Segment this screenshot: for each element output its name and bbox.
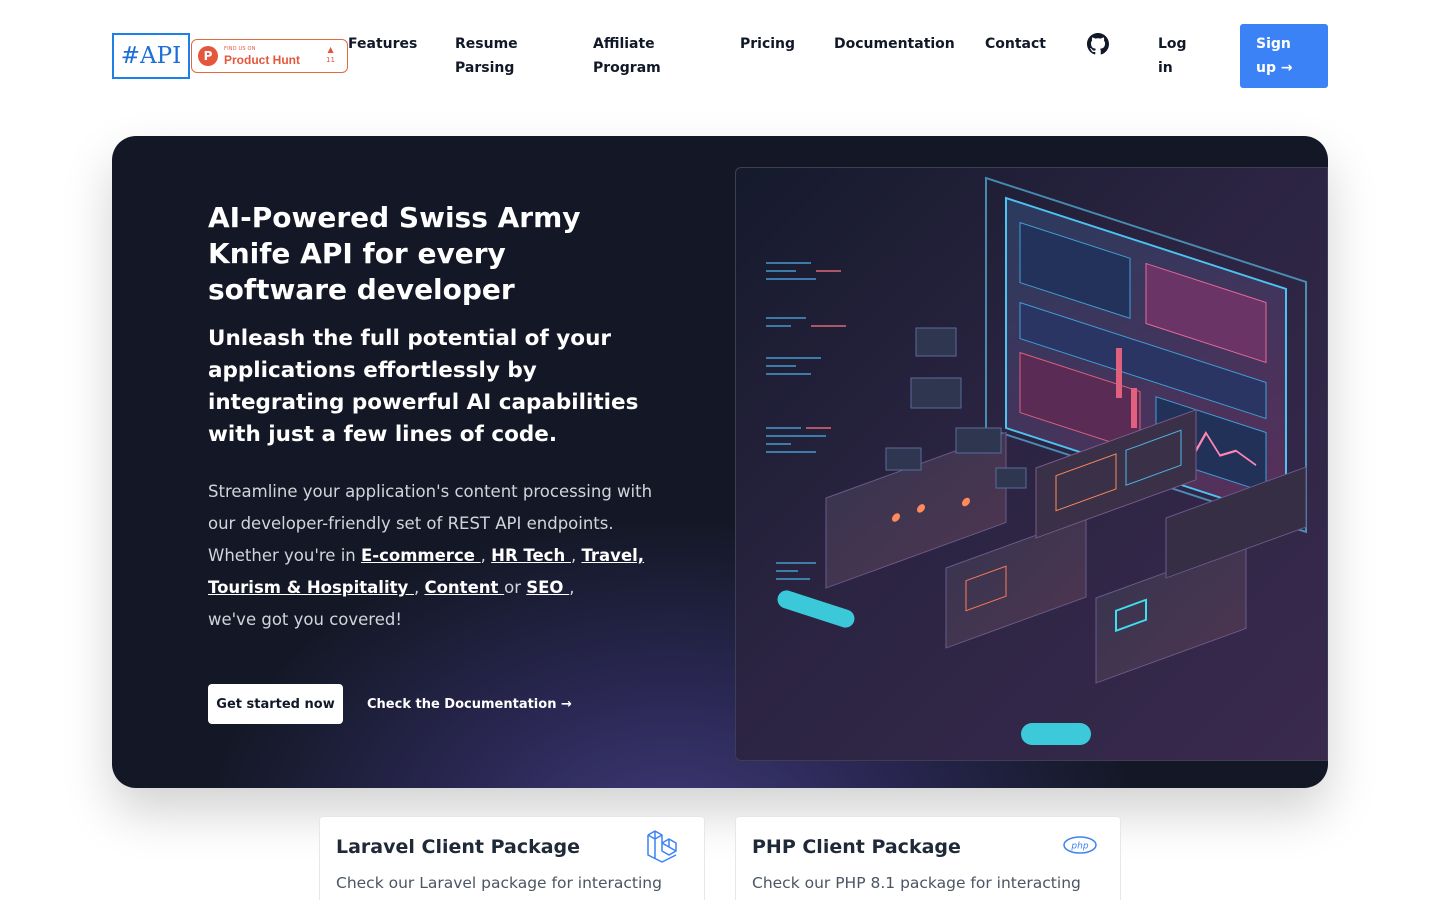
link-seo[interactable]: SEO (526, 578, 569, 597)
link-ecommerce[interactable]: E-commerce (361, 546, 481, 565)
card-title: Laravel Client Package (336, 836, 581, 858)
product-hunt-caption: FIND US ON (224, 45, 256, 52)
card-title: PHP Client Package (752, 836, 961, 858)
nav-documentation[interactable]: Documentation (834, 32, 955, 56)
link-content[interactable]: Content (424, 578, 504, 597)
get-started-button[interactable]: Get started now (208, 684, 343, 724)
site-logo[interactable]: #API (112, 33, 190, 79)
hero-section: AI-Powered Swiss Army Knife API for ever… (112, 136, 1328, 788)
nav-features[interactable]: Features (348, 32, 418, 56)
card-description: Check our PHP 8.1 package for interactin… (752, 874, 1081, 892)
hero-description: Streamline your application's content pr… (208, 482, 653, 629)
hero-subtitle: Unleash the full potential of your appli… (208, 326, 639, 447)
signup-button[interactable]: Sign up → (1240, 24, 1328, 88)
nav-resume-parsing[interactable]: Resume Parsing (455, 32, 535, 80)
hero-text-outro: we've got you covered! (208, 610, 402, 629)
laravel-package-card[interactable]: Laravel Client Package Check our Laravel… (319, 816, 705, 900)
product-hunt-label: Product Hunt (224, 52, 300, 67)
nav-contact[interactable]: Contact (985, 32, 1050, 56)
card-description: Check our Laravel package for interactin… (336, 874, 662, 892)
product-hunt-icon: P (198, 46, 218, 66)
nav-pricing[interactable]: Pricing (740, 32, 800, 56)
hero-text-or: or (504, 578, 527, 597)
hero-title: AI-Powered Swiss Army Knife API for ever… (208, 201, 581, 306)
github-icon[interactable] (1087, 33, 1109, 55)
documentation-link[interactable]: Check the Documentation → (367, 684, 572, 724)
php-package-card[interactable]: PHP Client Package Check our PHP 8.1 pac… (735, 816, 1121, 900)
isometric-tech-illustration (766, 176, 1307, 745)
nav-affiliate-program[interactable]: Affiliate Program (593, 32, 673, 80)
logo-text: #API (120, 43, 182, 69)
hero-illustration (735, 167, 1328, 761)
laravel-icon (647, 830, 677, 863)
svg-text:php: php (1070, 842, 1088, 852)
php-icon: php (1063, 836, 1097, 854)
product-hunt-badge[interactable]: P FIND US ON Product Hunt ▲ 11 (191, 39, 348, 73)
login-link[interactable]: Log in (1158, 32, 1198, 80)
link-hr-tech[interactable]: HR Tech (491, 546, 571, 565)
product-hunt-votes: 11 (326, 56, 335, 64)
upvote-icon: ▲ (327, 45, 334, 54)
